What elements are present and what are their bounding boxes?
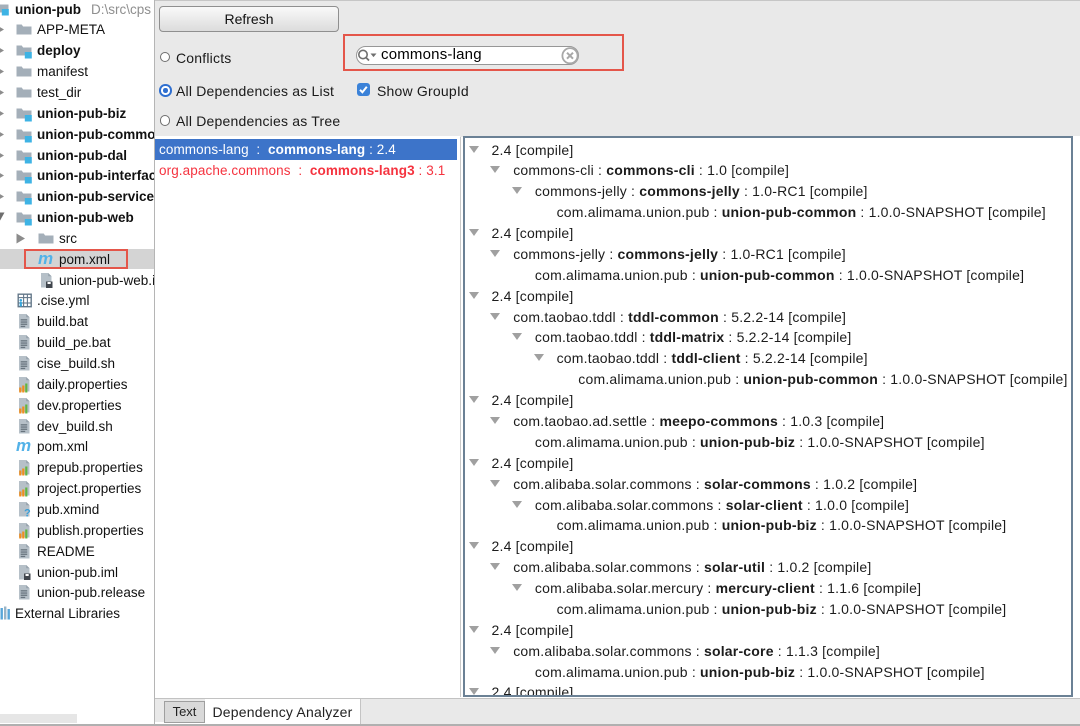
svg-text:?: ? [24,507,31,518]
